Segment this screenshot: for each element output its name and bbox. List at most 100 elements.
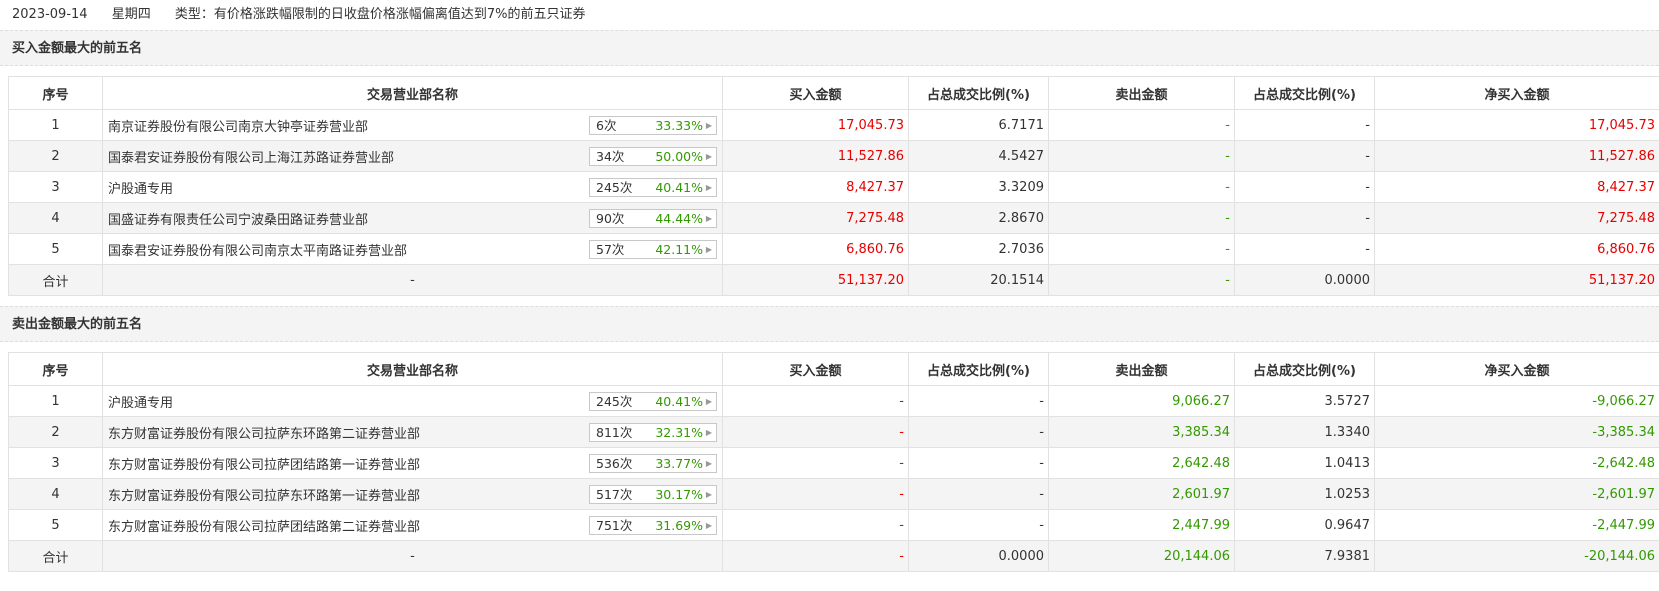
dept-name-cell: 沪股通专用 245次 40.41% ▶ bbox=[102, 385, 723, 417]
dept-stats-button[interactable]: 6次 33.33% ▶ bbox=[589, 116, 717, 135]
dept-name-cell: 东方财富证券股份有限公司拉萨东环路第二证券营业部 811次 32.31% ▶ bbox=[102, 416, 723, 448]
dept-stats-button[interactable]: 90次 44.44% ▶ bbox=[589, 209, 717, 228]
sell-amount: - bbox=[1048, 140, 1235, 172]
buy-amount: - bbox=[722, 385, 909, 417]
row-index: 4 bbox=[8, 202, 103, 234]
dept-name-link[interactable]: 东方财富证券股份有限公司拉萨团结路第一证券营业部 bbox=[108, 454, 420, 473]
buy-ratio: - bbox=[908, 385, 1049, 417]
dept-name-cell: 东方财富证券股份有限公司拉萨团结路第一证券营业部 536次 33.77% ▶ bbox=[102, 447, 723, 479]
dept-name-link[interactable]: 沪股通专用 bbox=[108, 178, 173, 197]
dept-stats-button[interactable]: 245次 40.41% ▶ bbox=[589, 178, 717, 197]
total-name: - bbox=[102, 540, 723, 572]
appearance-count: 536次 bbox=[596, 456, 633, 471]
row-index: 4 bbox=[8, 478, 103, 510]
sell-amount: 2,642.48 bbox=[1048, 447, 1235, 479]
table-header-row: 序号 交易营业部名称 买入金额 占总成交比例(%) 卖出金额 占总成交比例(%)… bbox=[8, 352, 1659, 386]
dept-stats-button[interactable]: 517次 30.17% ▶ bbox=[589, 485, 717, 504]
net-amount: 7,275.48 bbox=[1374, 202, 1659, 234]
appearance-count: 751次 bbox=[596, 518, 633, 533]
sell-ratio: - bbox=[1234, 202, 1375, 234]
total-buy-ratio: 0.0000 bbox=[908, 540, 1049, 572]
table-row: 5 东方财富证券股份有限公司拉萨团结路第二证券营业部 751次 31.69% ▶ - -2,… bbox=[8, 509, 1659, 541]
buy-ratio: 3.3209 bbox=[908, 171, 1049, 203]
triangle-right-icon: ▶ bbox=[705, 459, 712, 468]
dept-name-cell: 国泰君安证券股份有限公司南京太平南路证券营业部 57次 42.11% ▶ bbox=[102, 233, 723, 265]
col-sell-ratio: 占总成交比例(%) bbox=[1234, 76, 1375, 110]
dept-name-cell: 南京证券股份有限公司南京大钟亭证券营业部 6次 33.33% ▶ bbox=[102, 109, 723, 141]
dept-name-link[interactable]: 东方财富证券股份有限公司拉萨团结路第二证券营业部 bbox=[108, 516, 420, 535]
dept-name-link[interactable]: 国泰君安证券股份有限公司上海江苏路证券营业部 bbox=[108, 147, 394, 166]
total-sell-ratio: 7.9381 bbox=[1234, 540, 1375, 572]
sell-amount: - bbox=[1048, 171, 1235, 203]
row-index: 1 bbox=[8, 385, 103, 417]
dept-stats-button[interactable]: 245次 40.41% ▶ bbox=[589, 392, 717, 411]
col-buy-ratio: 占总成交比例(%) bbox=[908, 352, 1049, 386]
weekday: 星期四 bbox=[111, 7, 151, 22]
table-row: 3 沪股通专用 245次 40.41% ▶ 8,427.37 3.3209- -8,427.3… bbox=[8, 171, 1659, 203]
dept-stats-button[interactable]: 57次 42.11% ▶ bbox=[589, 240, 717, 259]
net-amount: -2,642.48 bbox=[1374, 447, 1659, 479]
triangle-right-icon: ▶ bbox=[705, 397, 712, 406]
col-sell-ratio: 占总成交比例(%) bbox=[1234, 352, 1375, 386]
dept-name-link[interactable]: 南京证券股份有限公司南京大钟亭证券营业部 bbox=[108, 116, 368, 135]
buy-top5-table: 序号 交易营业部名称 买入金额 占总成交比例(%) 卖出金额 占总成交比例(%)… bbox=[8, 76, 1659, 296]
appearance-count: 90次 bbox=[596, 211, 625, 226]
net-amount: -2,601.97 bbox=[1374, 478, 1659, 510]
appearance-count: 34次 bbox=[596, 149, 625, 164]
buy-ratio: 2.8670 bbox=[908, 202, 1049, 234]
total-row: 合计 - -0.0000 20,144.06 7.9381 -20,144.06 bbox=[8, 540, 1659, 572]
sell-amount: 3,385.34 bbox=[1048, 416, 1235, 448]
buy-amount: - bbox=[722, 416, 909, 448]
success-rate: 50.00% bbox=[655, 149, 703, 164]
col-net-amount: 净买入金额 bbox=[1374, 76, 1659, 110]
sell-amount: - bbox=[1048, 202, 1235, 234]
table-row: 3 东方财富证券股份有限公司拉萨团结路第一证券营业部 536次 33.77% ▶ - -2,… bbox=[8, 447, 1659, 479]
buy-ratio: 4.5427 bbox=[908, 140, 1049, 172]
buy-amount: 6,860.76 bbox=[722, 233, 909, 265]
col-index: 序号 bbox=[8, 76, 103, 110]
appearance-count: 6次 bbox=[596, 118, 617, 133]
table-row: 5 国泰君安证券股份有限公司南京太平南路证券营业部 57次 42.11% ▶ 6,860.… bbox=[8, 233, 1659, 265]
triangle-right-icon: ▶ bbox=[705, 121, 712, 130]
buy-ratio: 6.7171 bbox=[908, 109, 1049, 141]
col-dept-name: 交易营业部名称 bbox=[102, 76, 723, 110]
triangle-right-icon: ▶ bbox=[705, 490, 712, 499]
sell-amount: - bbox=[1048, 109, 1235, 141]
dept-name-cell: 东方财富证券股份有限公司拉萨团结路第二证券营业部 751次 31.69% ▶ bbox=[102, 509, 723, 541]
dept-name-link[interactable]: 东方财富证券股份有限公司拉萨东环路第二证券营业部 bbox=[108, 423, 420, 442]
total-row: 合计 -51,137.20 20.1514-0.0000 51,137.20 bbox=[8, 264, 1659, 296]
dept-name-link[interactable]: 国泰君安证券股份有限公司南京太平南路证券营业部 bbox=[108, 240, 407, 259]
dept-name-link[interactable]: 国盛证券有限责任公司宁波桑田路证券营业部 bbox=[108, 209, 368, 228]
success-rate: 40.41% bbox=[655, 180, 703, 195]
buy-amount: - bbox=[722, 447, 909, 479]
success-rate: 44.44% bbox=[655, 211, 703, 226]
dept-name-link[interactable]: 东方财富证券股份有限公司拉萨东环路第一证券营业部 bbox=[108, 485, 420, 504]
appearance-count: 245次 bbox=[596, 180, 633, 195]
buy-ratio: - bbox=[908, 509, 1049, 541]
dept-stats-button[interactable]: 536次 33.77% ▶ bbox=[589, 454, 717, 473]
dept-stats-button[interactable]: 34次 50.00% ▶ bbox=[589, 147, 717, 166]
total-buy-ratio: 20.1514 bbox=[908, 264, 1049, 296]
sell-ratio: 3.5727 bbox=[1234, 385, 1375, 417]
dept-stats-button[interactable]: 811次 32.31% ▶ bbox=[589, 423, 717, 442]
total-label: 合计 bbox=[8, 264, 103, 296]
dept-name-link[interactable]: 沪股通专用 bbox=[108, 392, 173, 411]
net-amount: 17,045.73 bbox=[1374, 109, 1659, 141]
total-buy-amount: - bbox=[722, 540, 909, 572]
table-row: 1 沪股通专用 245次 40.41% ▶ - -9,066.27 3.5727 -9,066.… bbox=[8, 385, 1659, 417]
trade-date: 2023-09-14 bbox=[12, 7, 88, 22]
triangle-right-icon: ▶ bbox=[705, 245, 712, 254]
sell-ratio: - bbox=[1234, 233, 1375, 265]
sell-section-title: 卖出金额最大的前五名 bbox=[0, 306, 1659, 342]
buy-ratio: 2.7036 bbox=[908, 233, 1049, 265]
col-sell-amount: 卖出金额 bbox=[1048, 76, 1235, 110]
net-amount: 11,527.86 bbox=[1374, 140, 1659, 172]
success-rate: 33.77% bbox=[655, 456, 703, 471]
dept-stats-button[interactable]: 751次 31.69% ▶ bbox=[589, 516, 717, 535]
row-index: 5 bbox=[8, 233, 103, 265]
row-index: 2 bbox=[8, 140, 103, 172]
table-row: 1 南京证券股份有限公司南京大钟亭证券营业部 6次 33.33% ▶ 17,045.73 6… bbox=[8, 109, 1659, 141]
buy-amount: 8,427.37 bbox=[722, 171, 909, 203]
sell-ratio: 0.9647 bbox=[1234, 509, 1375, 541]
row-index: 5 bbox=[8, 509, 103, 541]
